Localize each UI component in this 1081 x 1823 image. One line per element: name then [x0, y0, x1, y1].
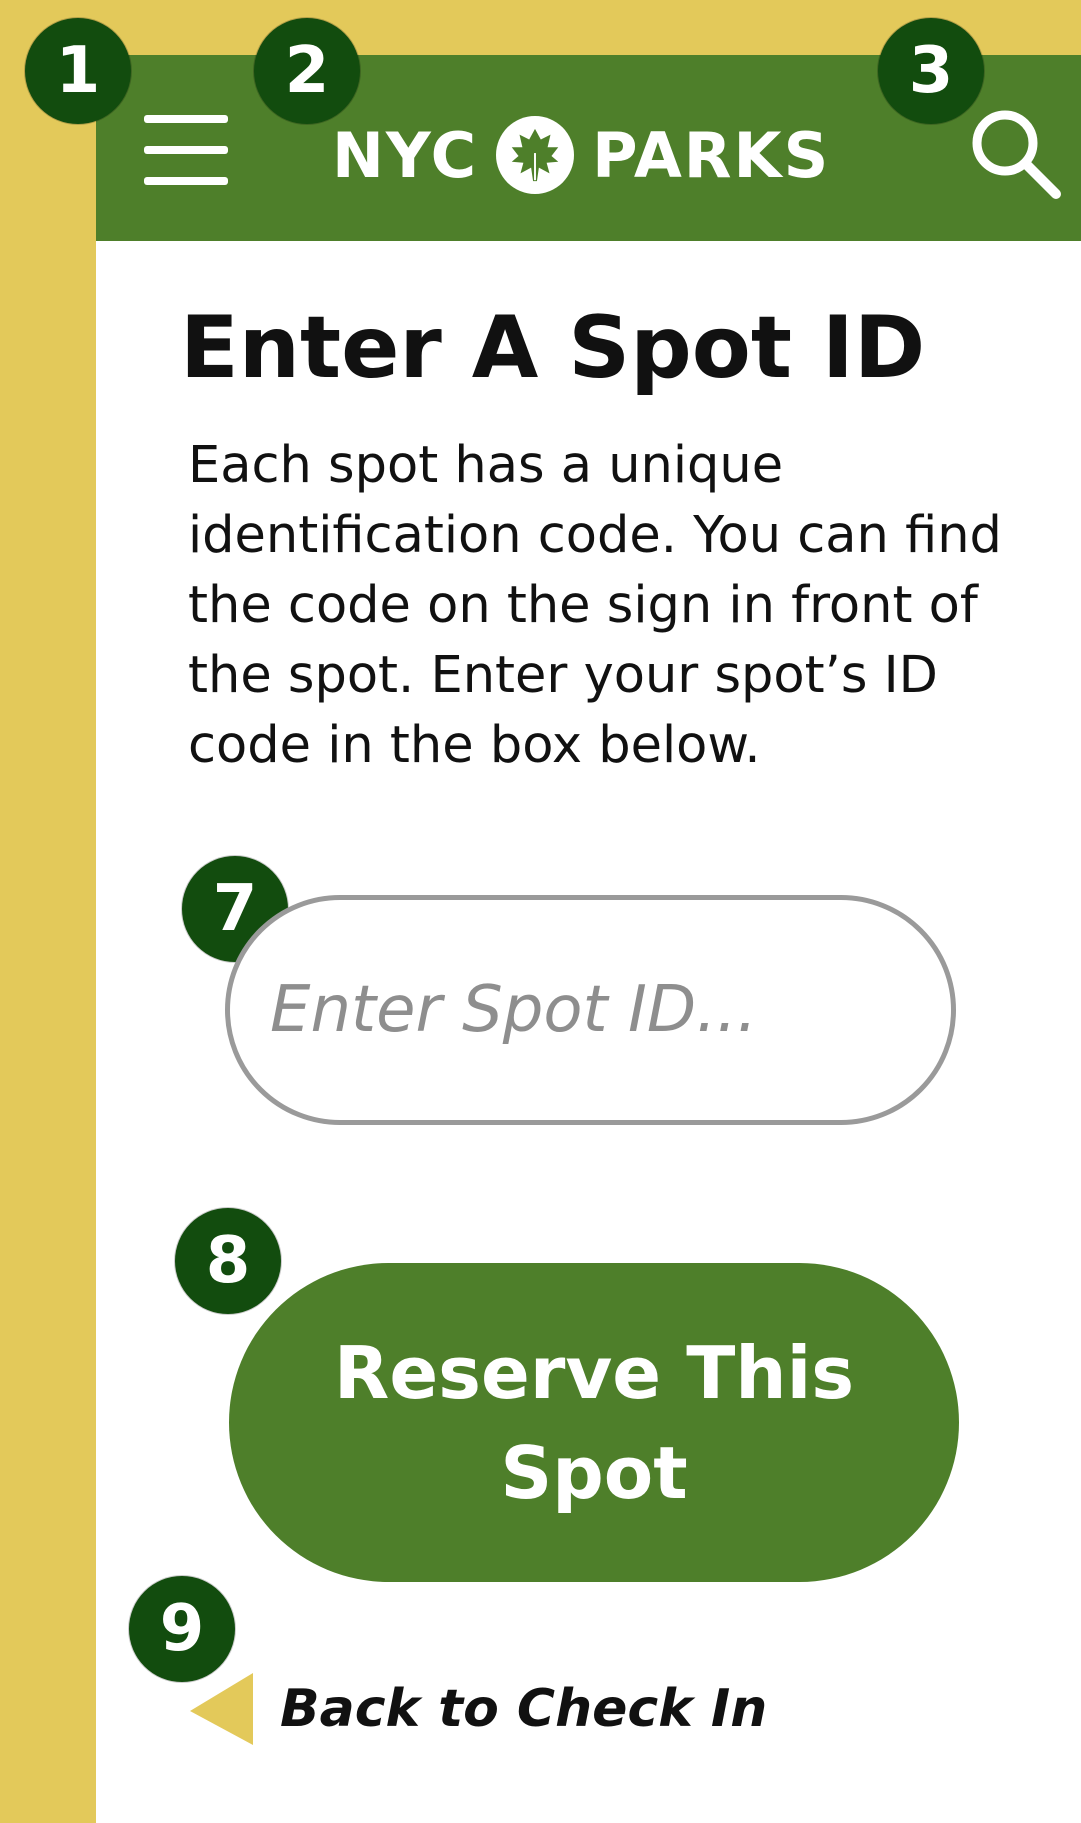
menu-icon-line-bottom — [144, 177, 228, 185]
menu-icon-line-middle — [144, 146, 228, 154]
spot-id-instructions: Each spot has a unique identification co… — [188, 436, 1002, 775]
reserve-spot-button[interactable]: Reserve This Spot — [229, 1263, 959, 1582]
menu-icon-line-top — [144, 115, 228, 123]
logo-text-right: PARKS — [592, 118, 831, 192]
maple-leaf-icon — [496, 116, 575, 194]
nyc-parks-logo: NYC PARKS — [332, 105, 872, 205]
page-title: Enter A Spot ID — [180, 298, 926, 398]
search-button[interactable] — [968, 106, 1063, 201]
search-icon — [972, 110, 1061, 199]
back-to-check-in-label: Back to Check In — [280, 1679, 768, 1739]
back-to-check-in-link[interactable]: Back to Check In — [186, 1664, 767, 1754]
spot-id-input[interactable] — [225, 895, 956, 1125]
annotation-badge-search: 3 — [878, 18, 984, 124]
annotation-badge-logo: 2 — [254, 18, 360, 124]
left-triangle-icon — [190, 1673, 253, 1745]
logo-text-left: NYC — [332, 118, 479, 192]
menu-button[interactable] — [142, 112, 230, 188]
annotation-badge-menu: 1 — [25, 18, 131, 124]
annotation-badge-reserve: 8 — [175, 1208, 281, 1314]
